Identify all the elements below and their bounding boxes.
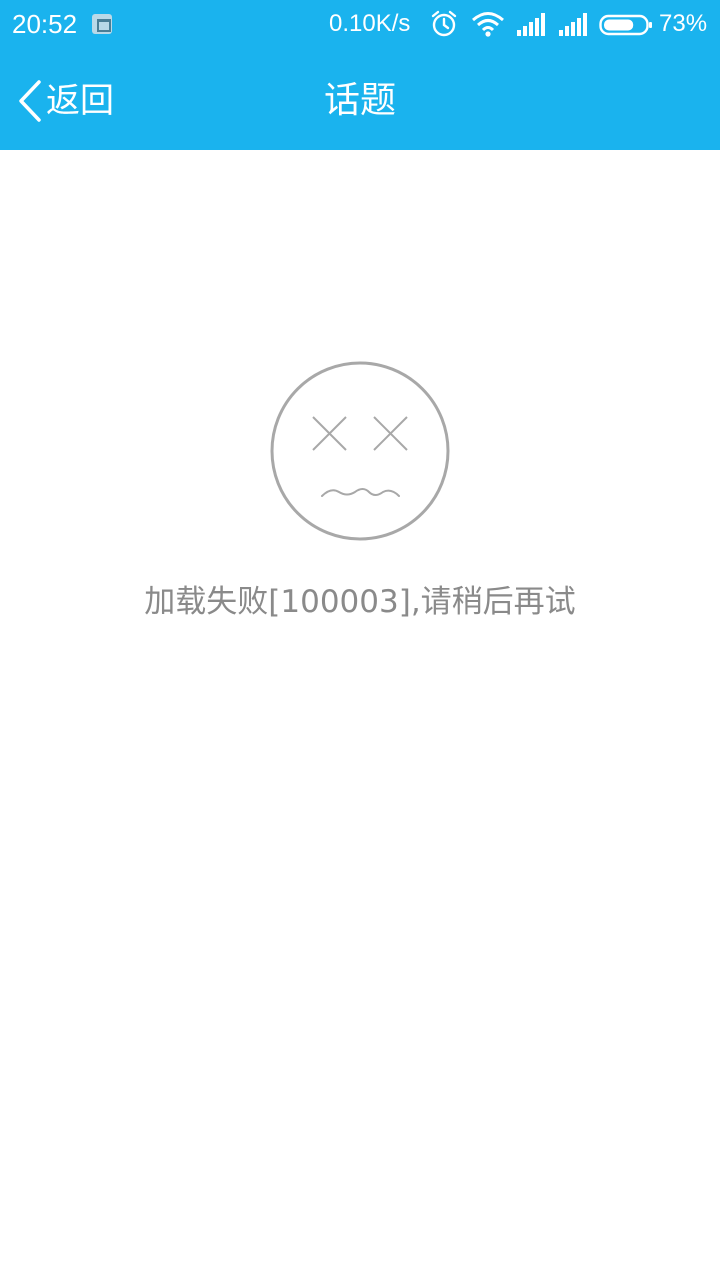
back-button[interactable]: 返回 [14,76,114,126]
battery-icon [599,14,652,36]
header-bar: 20:52 0.10K/s 73% 返回 话题 [0,0,720,150]
alarm-icon [431,10,457,37]
sad-face-icon [270,361,450,541]
battery-percent: 73% [659,10,708,37]
nav-bar: 返回 话题 [0,50,720,150]
status-bar: 20:52 0.10K/s 73% [0,0,720,50]
error-message: 加载失败[100003],请稍后再试 [144,584,576,620]
status-time: 20:52 [12,9,78,39]
wifi-icon [472,12,504,37]
back-label: 返回 [46,81,114,121]
signal-icon [559,13,587,36]
network-speed: 0.10K/s [329,10,411,37]
chevron-left-icon [19,80,41,122]
signal-icon [517,13,545,36]
notification-icon [92,14,112,34]
